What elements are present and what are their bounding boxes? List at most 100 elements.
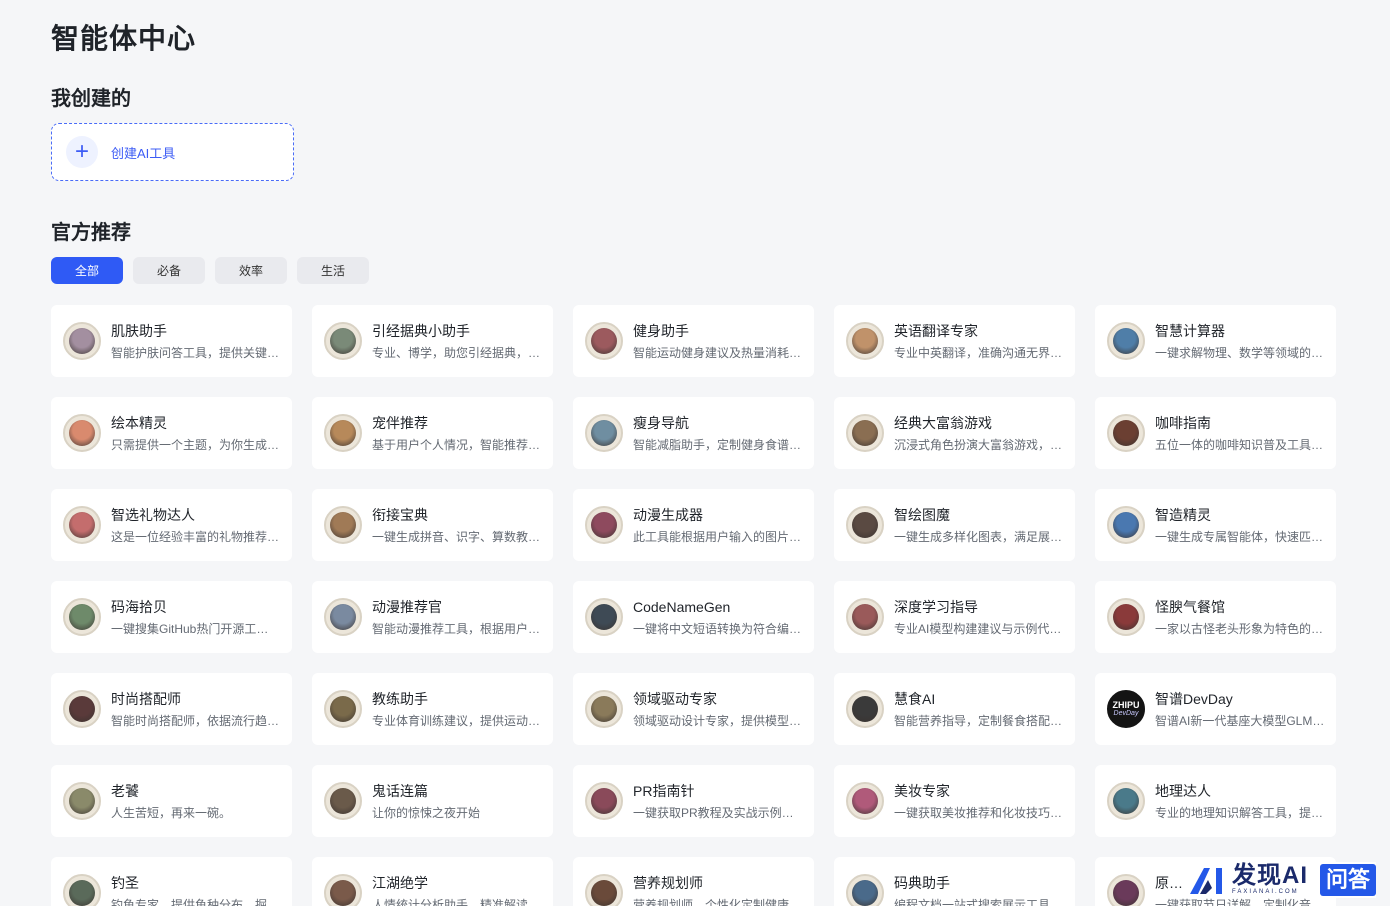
agent-title: 宠伴推荐 — [372, 414, 428, 431]
agent-card[interactable]: 营养规划师 营养规划师，个性化定制健康… — [573, 857, 814, 906]
agent-avatar — [1107, 506, 1145, 544]
agent-title: 咖啡指南 — [1155, 414, 1211, 431]
agent-card[interactable]: 深度学习指导 专业AI模型构建建议与示例代… — [834, 581, 1075, 653]
agent-card[interactable]: 美妆专家 一键获取美妆推荐和化妆技巧… — [834, 765, 1075, 837]
brand-name: 发现AI — [1231, 862, 1308, 889]
brand-logo-icon — [1188, 864, 1228, 896]
agent-card[interactable]: 宠伴推荐基于用户个人情况，智能推荐… — [312, 397, 553, 469]
avatar-image — [1113, 420, 1139, 446]
agent-description: 一键生成拼音、识字、算数教… — [372, 529, 541, 544]
agent-avatar — [846, 322, 884, 360]
agent-description: 专业、博学，助您引经据典，… — [372, 345, 541, 360]
agent-card[interactable]: 绘本精灵 只需提供一个主题，为你生成… — [51, 397, 292, 469]
agent-card[interactable]: 智造精灵 一键生成专属智能体，快速匹… — [1095, 489, 1336, 561]
agent-description: 五位一体的咖啡知识普及工具… — [1155, 437, 1324, 452]
brand-watermark: 发现AI FAXIANAI.COM 问答 — [1187, 862, 1376, 898]
agent-avatar — [324, 782, 362, 820]
agent-description: 这是一位经验丰富的礼物推荐… — [111, 529, 280, 544]
section-title-official: 官方推荐 — [51, 222, 131, 244]
agent-avatar — [63, 414, 101, 452]
plus-icon: + — [66, 136, 98, 168]
agent-title: 健身助手 — [633, 322, 689, 339]
agent-card[interactable]: 鬼话连篇 让你的惊悚之夜开始 — [312, 765, 553, 837]
create-ai-tool-button[interactable]: + 创建AI工具 — [51, 123, 294, 181]
avatar-image — [852, 788, 878, 814]
agent-card[interactable]: 智选礼物达人 这是一位经验丰富的礼物推荐… — [51, 489, 292, 561]
agent-card[interactable]: 动漫生成器 此工具能根据用户输入的图片… — [573, 489, 814, 561]
agent-card[interactable]: 地理达人 专业的地理知识解答工具，提… — [1095, 765, 1336, 837]
agent-card[interactable]: 引经据典小助手 专业、博学，助您引经据典，… — [312, 305, 553, 377]
avatar-image — [330, 328, 356, 354]
agent-avatar — [585, 874, 623, 906]
agent-card[interactable]: 码典助手 编程文档一站式搜索展示工具… — [834, 857, 1075, 906]
agent-card[interactable]: 瘦身导航 智能减脂助手，定制健身食谱… — [573, 397, 814, 469]
agent-card[interactable]: 钓圣 钓鱼专家，提供鱼种分布、掘… — [51, 857, 292, 906]
agent-description: 专业的地理知识解答工具，提… — [1155, 805, 1324, 820]
agent-avatar — [63, 322, 101, 360]
agent-title: 江湖绝学 — [372, 874, 428, 891]
agent-card[interactable]: 老饕 人生苦短，再来一碗。 — [51, 765, 292, 837]
agent-description: 人情统计分析助手，精准解读… — [372, 897, 541, 906]
agent-avatar — [585, 414, 623, 452]
agent-description: 智谱AI新一代基座大模型GLM… — [1155, 713, 1325, 728]
agent-avatar — [324, 414, 362, 452]
agent-title: 智造精灵 — [1155, 506, 1211, 523]
agent-description: 钓鱼专家，提供鱼种分布、掘… — [111, 897, 280, 906]
agent-description: 让你的惊悚之夜开始 — [372, 805, 481, 820]
agent-description: 智能动漫推荐工具，根据用户… — [372, 621, 541, 636]
avatar-image — [591, 696, 617, 722]
agent-avatar — [1107, 874, 1145, 906]
section-title-mine: 我创建的 — [51, 88, 131, 110]
avatar-image — [591, 512, 617, 538]
agent-title: 码典助手 — [894, 874, 950, 891]
agent-card[interactable]: 领域驱动专家 领域驱动设计专家，提供模型… — [573, 673, 814, 745]
agent-card[interactable]: 健身助手智能运动健身建议及热量消耗… — [573, 305, 814, 377]
filter-tab-efficiency[interactable]: 效率 — [215, 257, 287, 284]
agent-card[interactable]: 教练助手 专业体育训练建议，提供运动… — [312, 673, 553, 745]
agent-description: 基于用户个人情况，智能推荐… — [372, 437, 541, 452]
agent-description: 智能运动健身建议及热量消耗… — [633, 345, 802, 360]
agent-description: 一键求解物理、数学等领域的… — [1155, 345, 1324, 360]
agent-title: 英语翻译专家 — [894, 322, 978, 339]
create-ai-tool-label: 创建AI工具 — [111, 145, 176, 161]
agent-avatar — [846, 506, 884, 544]
agent-card[interactable]: 慧食AI 智能营养指导，定制餐食搭配… — [834, 673, 1075, 745]
agent-card[interactable]: 怪腴气餐馆 一家以古怪老头形象为特色的… — [1095, 581, 1336, 653]
avatar-image — [69, 420, 95, 446]
agent-card[interactable]: 智慧计算器 一键求解物理、数学等领域的… — [1095, 305, 1336, 377]
agent-card[interactable]: 英语翻译专家专业中英翻译，准确沟通无界… — [834, 305, 1075, 377]
agent-avatar — [324, 874, 362, 906]
agent-avatar — [585, 782, 623, 820]
avatar-image — [330, 420, 356, 446]
avatar-image — [852, 512, 878, 538]
agent-description: 一家以古怪老头形象为特色的… — [1155, 621, 1324, 636]
agent-title: CodeNameGen — [633, 598, 731, 615]
agent-avatar — [846, 690, 884, 728]
filter-tabs: 全部 必备 效率 生活 — [51, 257, 369, 284]
filter-tab-essential[interactable]: 必备 — [133, 257, 205, 284]
agent-description: 专业中英翻译，准确沟通无界… — [894, 345, 1063, 360]
avatar-image — [591, 604, 617, 630]
agent-card[interactable]: 肌肤助手 智能护肤问答工具，提供关键… — [51, 305, 292, 377]
agent-card[interactable]: ZHIPU DevDay 智谱DevDay 智谱AI新一代基座大模型GLM… — [1095, 673, 1336, 745]
agent-card[interactable]: 江湖绝学人情统计分析助手，精准解读… — [312, 857, 553, 906]
agent-description: 一键获取PR教程及实战示例的… — [633, 805, 803, 820]
agent-card[interactable]: PR指南针 一键获取PR教程及实战示例的… — [573, 765, 814, 837]
filter-tab-life[interactable]: 生活 — [297, 257, 369, 284]
agent-card[interactable]: 咖啡指南五位一体的咖啡知识普及工具… — [1095, 397, 1336, 469]
avatar-image — [852, 420, 878, 446]
agent-avatar — [1107, 782, 1145, 820]
agent-description: 一键生成多样化图表，满足展… — [894, 529, 1063, 544]
agent-avatar — [585, 506, 623, 544]
filter-tab-all[interactable]: 全部 — [51, 257, 123, 284]
agent-card[interactable]: 码海拾贝 一键搜集GitHub热门开源工… — [51, 581, 292, 653]
agent-title: 时尚搭配师 — [111, 690, 181, 707]
agent-card[interactable]: 时尚搭配师 智能时尚搭配师，依据流行趋… — [51, 673, 292, 745]
agent-card[interactable]: 动漫推荐官 智能动漫推荐工具，根据用户… — [312, 581, 553, 653]
agent-card[interactable]: 智绘图魔 一键生成多样化图表，满足展… — [834, 489, 1075, 561]
agent-card[interactable]: 经典大富翁游戏 沉浸式角色扮演大富翁游戏，… — [834, 397, 1075, 469]
agent-description: 专业AI模型构建建议与示例代… — [894, 621, 1062, 636]
agent-title: 慧食AI — [894, 690, 936, 707]
agent-card[interactable]: 衔接宝典 一键生成拼音、识字、算数教… — [312, 489, 553, 561]
agent-card[interactable]: CodeNameGen 一键将中文短语转换为符合编… — [573, 581, 814, 653]
